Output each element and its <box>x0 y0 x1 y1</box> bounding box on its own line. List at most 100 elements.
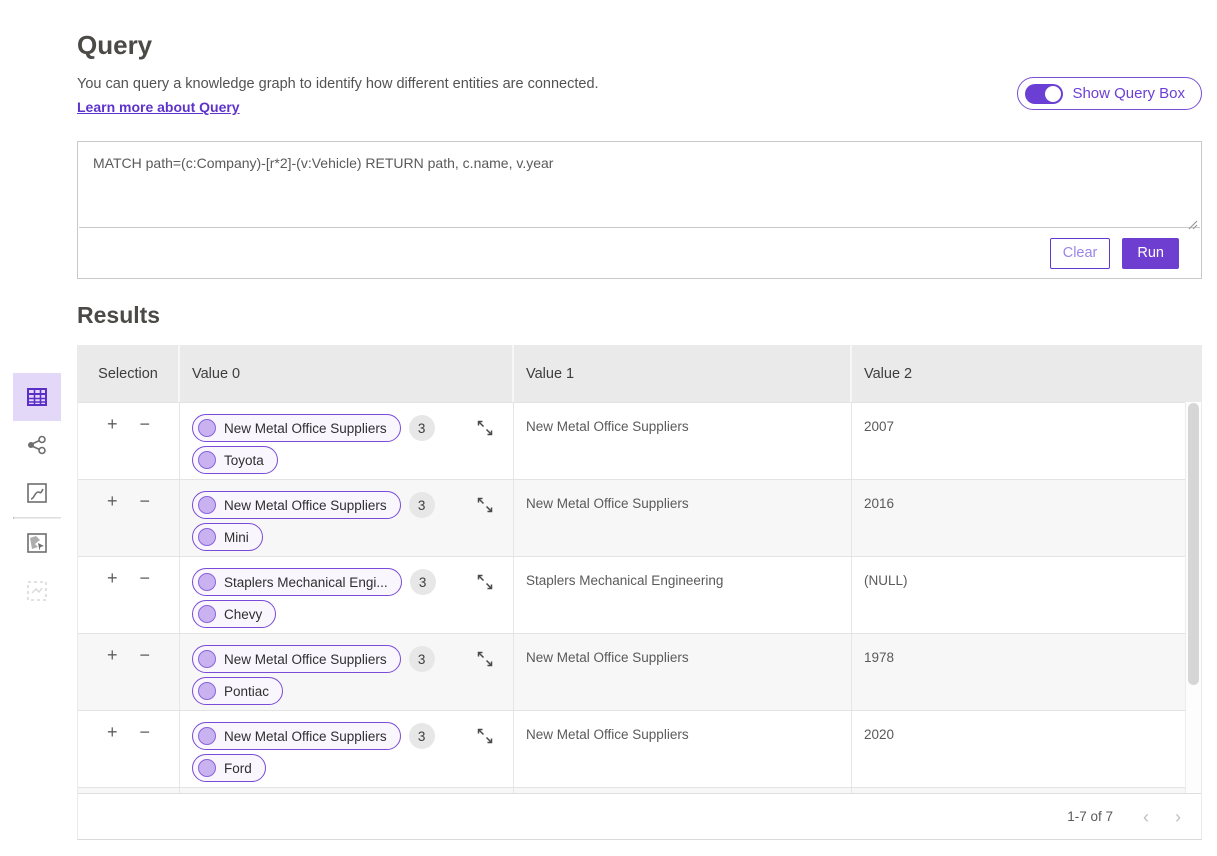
company-pill-label: New Metal Office Suppliers <box>224 652 387 667</box>
expand-icon <box>475 649 495 669</box>
table-view-icon <box>25 385 49 409</box>
entity-dot-icon <box>198 573 216 591</box>
sidebar-item-graph-view[interactable] <box>13 421 61 469</box>
learn-more-link[interactable]: Learn more about Query <box>77 99 240 115</box>
query-footer: Clear Run <box>78 228 1201 278</box>
company-entity-pill[interactable]: New Metal Office Suppliers <box>192 645 401 673</box>
sidebar-item-empty-view[interactable] <box>13 567 61 615</box>
value1-cell: Staplers Mechanical Engineering <box>514 557 852 633</box>
remove-selection-button[interactable]: − <box>140 492 151 556</box>
table-row: + − New Metal Office Suppliers 3 <box>78 402 1185 479</box>
empty-view-icon <box>26 580 48 602</box>
add-selection-button[interactable]: + <box>107 646 118 710</box>
sidebar-item-map-view[interactable] <box>13 519 61 567</box>
column-header-selection: Selection <box>78 345 180 402</box>
value2-cell: (NULL) <box>852 557 1185 633</box>
page-title: Query <box>77 30 152 61</box>
add-selection-button[interactable]: + <box>107 492 118 556</box>
selection-cell: + − <box>78 711 180 787</box>
scrollbar-thumb[interactable] <box>1188 403 1199 685</box>
expand-path-button[interactable] <box>475 572 495 592</box>
entity-dot-icon <box>198 727 216 745</box>
path-count-badge: 3 <box>409 415 435 441</box>
add-selection-button[interactable]: + <box>107 415 118 479</box>
company-entity-pill[interactable]: New Metal Office Suppliers <box>192 414 401 442</box>
company-pill-label: Staplers Mechanical Engi... <box>224 575 388 590</box>
pagination-range: 1-7 of 7 <box>1067 809 1113 824</box>
sidebar-item-table-view[interactable] <box>13 373 61 421</box>
show-query-box-toggle[interactable]: Show Query Box <box>1017 77 1202 110</box>
vehicle-entity-pill[interactable]: Ford <box>192 754 266 782</box>
table-header: Selection Value 0 Value 1 Value 2 <box>78 345 1201 402</box>
company-entity-pill[interactable]: New Metal Office Suppliers <box>192 722 401 750</box>
vehicle-pill-label: Chevy <box>224 607 262 622</box>
table-row: + − New Metal Office Suppliers 3 <box>78 633 1185 710</box>
path-count-badge: 3 <box>409 723 435 749</box>
remove-selection-button[interactable]: − <box>140 723 151 787</box>
selection-cell: + − <box>78 403 180 479</box>
sidebar-item-chart-view[interactable] <box>13 469 61 517</box>
vehicle-pill-label: Ford <box>224 761 252 776</box>
add-selection-button[interactable]: + <box>107 723 118 787</box>
expand-icon <box>475 495 495 515</box>
toggle-label: Show Query Box <box>1072 85 1185 102</box>
expand-icon <box>475 418 495 438</box>
resize-handle-icon[interactable] <box>1186 218 1198 230</box>
column-header-value0: Value 0 <box>180 345 514 402</box>
company-entity-pill[interactable]: Staplers Mechanical Engi... <box>192 568 402 596</box>
table-scrollbar[interactable] <box>1185 402 1201 793</box>
value0-cell: New Metal Office Suppliers 3 Pontiac <box>180 634 514 710</box>
remove-selection-button[interactable]: − <box>140 646 151 710</box>
vehicle-entity-pill[interactable]: Pontiac <box>192 677 283 705</box>
results-table: Selection Value 0 Value 1 Value 2 + − Ne… <box>77 345 1202 840</box>
vehicle-pill-label: Mini <box>224 530 249 545</box>
vehicle-pill-label: Toyota <box>224 453 264 468</box>
query-input[interactable]: MATCH path=(c:Company)-[r*2]-(v:Vehicle)… <box>79 142 1200 228</box>
vehicle-entity-pill[interactable]: Mini <box>192 523 263 551</box>
selection-cell: + − <box>78 634 180 710</box>
expand-icon <box>475 572 495 592</box>
toggle-switch-icon[interactable] <box>1025 84 1063 104</box>
table-footer: 1-7 of 7 ‹ › <box>78 793 1201 839</box>
remove-selection-button[interactable]: − <box>140 569 151 633</box>
pagination-next-button[interactable]: › <box>1175 808 1181 826</box>
value0-cell: New Metal Office Suppliers 3 Toyota <box>180 403 514 479</box>
vehicle-entity-pill[interactable]: Toyota <box>192 446 278 474</box>
entity-dot-icon <box>198 605 216 623</box>
entity-dot-icon <box>198 682 216 700</box>
expand-path-button[interactable] <box>475 726 495 746</box>
add-selection-button[interactable]: + <box>107 569 118 633</box>
value2-cell: 2016 <box>852 480 1185 556</box>
table-body: + − New Metal Office Suppliers 3 <box>78 402 1185 787</box>
vehicle-entity-pill[interactable]: Chevy <box>192 600 276 628</box>
pagination-prev-button[interactable]: ‹ <box>1143 808 1149 826</box>
query-box: MATCH path=(c:Company)-[r*2]-(v:Vehicle)… <box>77 141 1202 279</box>
entity-dot-icon <box>198 496 216 514</box>
company-entity-pill[interactable]: New Metal Office Suppliers <box>192 491 401 519</box>
map-view-icon <box>26 532 48 554</box>
value0-cell: New Metal Office Suppliers 3 Mini <box>180 480 514 556</box>
run-button[interactable]: Run <box>1122 238 1179 269</box>
value1-cell: New Metal Office Suppliers <box>514 403 852 479</box>
expand-path-button[interactable] <box>475 495 495 515</box>
graph-view-icon <box>25 433 49 457</box>
results-title: Results <box>77 302 160 329</box>
path-count-badge: 3 <box>410 569 436 595</box>
entity-dot-icon <box>198 528 216 546</box>
value0-cell: New Metal Office Suppliers 3 Ford <box>180 711 514 787</box>
clear-button[interactable]: Clear <box>1050 238 1111 269</box>
value1-cell: New Metal Office Suppliers <box>514 634 852 710</box>
entity-dot-icon <box>198 759 216 777</box>
value0-cell: Staplers Mechanical Engi... 3 Chevy <box>180 557 514 633</box>
partial-row <box>78 787 1201 793</box>
chart-view-icon <box>26 482 48 504</box>
expand-path-button[interactable] <box>475 418 495 438</box>
expand-path-button[interactable] <box>475 649 495 669</box>
value1-cell: New Metal Office Suppliers <box>514 711 852 787</box>
remove-selection-button[interactable]: − <box>140 415 151 479</box>
entity-dot-icon <box>198 451 216 469</box>
path-count-badge: 3 <box>409 492 435 518</box>
table-row: + − Staplers Mechanical Engi... 3 <box>78 556 1185 633</box>
entity-dot-icon <box>198 419 216 437</box>
expand-icon <box>475 726 495 746</box>
